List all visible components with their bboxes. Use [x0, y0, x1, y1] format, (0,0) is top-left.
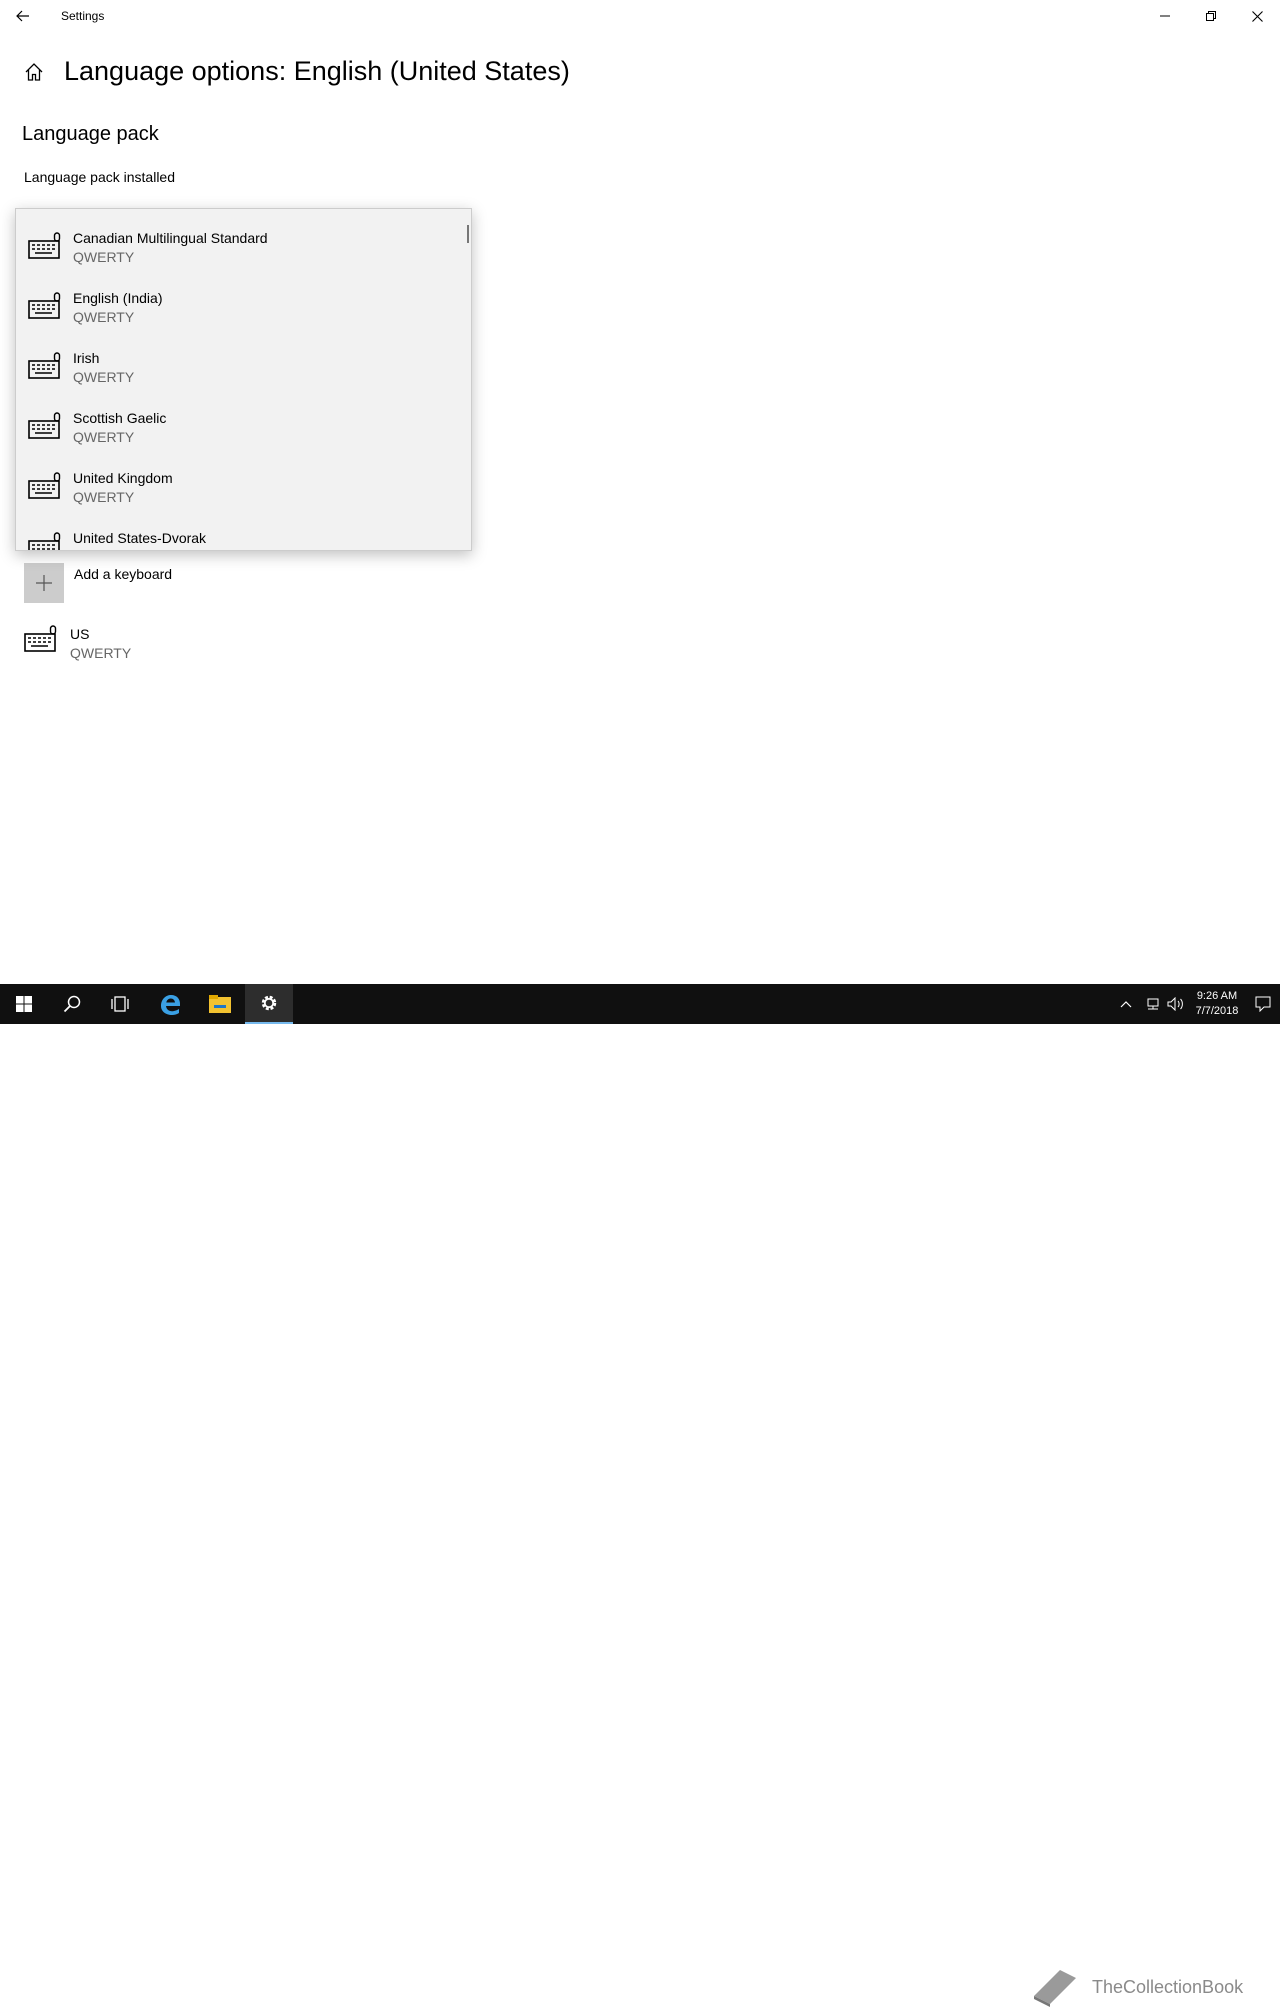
close-icon — [1251, 10, 1263, 22]
keyboard-option-layout: QWERTY — [73, 249, 135, 265]
settings-gear-icon — [261, 995, 277, 1011]
keyboard-option[interactable]: English (India) QWERTY — [16, 278, 456, 338]
action-center-button[interactable] — [1246, 996, 1280, 1012]
back-button[interactable] — [10, 3, 36, 29]
minimize-button[interactable] — [1142, 0, 1188, 32]
search-icon — [63, 995, 81, 1013]
book-logo-icon — [1034, 1970, 1076, 2007]
installed-keyboard-item[interactable]: US QWERTY — [24, 625, 131, 663]
volume-icon — [1167, 997, 1183, 1011]
keyboard-option[interactable]: Canadian Multilingual Standard QWERTY — [16, 218, 456, 278]
add-keyboard-button[interactable]: Add a keyboard — [24, 563, 172, 603]
task-view-icon — [111, 996, 129, 1012]
language-pack-heading: Language pack — [22, 123, 159, 145]
keyboard-option-layout: QWERTY — [73, 309, 135, 325]
keyboard-layout: QWERTY — [70, 645, 132, 661]
back-arrow-icon — [16, 10, 29, 22]
clock-date: 7/7/2018 — [1195, 1005, 1239, 1017]
watermark: TheCollectionBook — [1030, 1966, 1243, 2008]
keyboard-name: US — [70, 626, 90, 642]
keyboard-option-name: United States-Dvorak — [73, 530, 207, 546]
edge-icon — [161, 995, 180, 1015]
chevron-up-icon — [1120, 1001, 1132, 1008]
keyboard-option-layout: QWERTY — [73, 369, 135, 385]
keyboard-icon — [28, 532, 61, 550]
keyboard-option-name: Scottish Gaelic — [73, 410, 167, 426]
keyboard-option-name: Irish — [73, 350, 100, 366]
settings-taskbar-button[interactable] — [245, 984, 293, 1024]
network-button[interactable] — [1142, 997, 1164, 1011]
keyboard-option[interactable]: Irish QWERTY — [16, 338, 456, 398]
task-view-button[interactable] — [96, 984, 144, 1024]
file-explorer-icon — [209, 995, 231, 1013]
keyboard-icon — [28, 232, 61, 259]
language-pack-status: Language pack installed — [24, 169, 176, 185]
keyboard-option-layout: DVORAK — [73, 548, 206, 550]
file-explorer-button[interactable] — [196, 984, 244, 1024]
home-icon — [25, 62, 43, 81]
keyboard-option[interactable]: United States-Dvorak DVORAK — [16, 518, 456, 550]
keyboard-icon — [28, 292, 61, 319]
title-bar: Settings — [0, 0, 1280, 32]
home-button[interactable] — [22, 60, 46, 84]
window-title: Settings — [61, 9, 105, 23]
show-hidden-icons-button[interactable] — [1114, 1000, 1138, 1008]
volume-button[interactable] — [1164, 997, 1188, 1011]
taskbar: TheCollectionBook 9:26 AM 7/7/2018 — [0, 984, 1280, 2007]
page-title: Language options: English (United States… — [64, 56, 570, 86]
clock-time: 9:26 AM — [1196, 990, 1238, 1002]
notification-icon — [1255, 996, 1271, 1012]
keyboard-option[interactable]: United Kingdom QWERTY — [16, 458, 456, 518]
flyout-scrollbar[interactable] — [467, 225, 469, 243]
keyboard-option-name: United Kingdom — [73, 470, 173, 486]
add-keyboard-label: Add a keyboard — [74, 566, 173, 582]
keyboard-option-layout: QWERTY — [73, 429, 135, 445]
keyboard-icon — [28, 412, 61, 439]
network-icon — [1147, 998, 1159, 1010]
restore-button[interactable] — [1188, 0, 1234, 32]
windows-logo-icon — [16, 996, 32, 1012]
edge-button[interactable] — [146, 984, 194, 1024]
keyboard-option-name: Canadian Multilingual Standard — [73, 230, 268, 246]
keyboard-option-layout: QWERTY — [73, 489, 135, 505]
page-header: Language options: English (United States… — [22, 56, 570, 87]
keyboard-picker-flyout: Canadian Multilingual Standard QWERTY Engl… — [15, 208, 472, 551]
keyboard-icon — [28, 472, 61, 499]
minimize-icon — [1160, 15, 1170, 17]
search-button[interactable] — [48, 984, 96, 1024]
watermark-text: TheCollectionBook — [1092, 1976, 1244, 1997]
clock[interactable]: 9:26 AM 7/7/2018 — [1188, 989, 1246, 1019]
restore-icon — [1206, 11, 1216, 21]
start-button[interactable] — [0, 984, 48, 1024]
close-button[interactable] — [1234, 0, 1280, 32]
keyboard-option[interactable]: Scottish Gaelic QWERTY — [16, 398, 456, 458]
keyboard-option-name: English (India) — [73, 290, 163, 306]
plus-icon — [24, 563, 64, 603]
keyboard-icon — [24, 625, 57, 652]
system-tray: 9:26 AM 7/7/2018 — [1114, 984, 1280, 1024]
keyboard-icon — [28, 352, 61, 379]
